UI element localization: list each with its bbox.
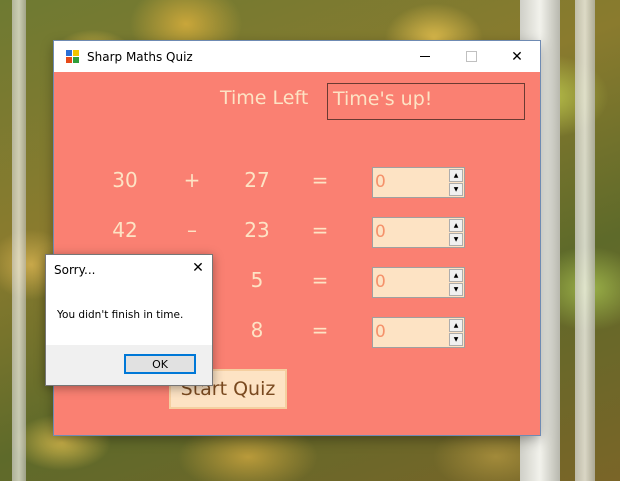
- equals-sign: =: [311, 318, 329, 342]
- difference-answer-value: 0: [375, 222, 386, 242]
- equals-sign: =: [311, 218, 329, 242]
- spin-up-icon[interactable]: ▲: [449, 169, 463, 182]
- time-left-label: Time Left: [220, 87, 309, 109]
- product-answer-value: 0: [375, 272, 386, 292]
- dialog-close-icon[interactable]: ✕: [188, 260, 208, 280]
- subtrahend: 23: [244, 218, 270, 242]
- divisor: 8: [250, 318, 264, 342]
- addend-right: 27: [244, 168, 270, 192]
- sum-answer-value: 0: [375, 172, 386, 192]
- background-tree-trunk: [12, 0, 26, 481]
- operator-minus: –: [187, 218, 197, 242]
- spin-down-icon[interactable]: ▼: [449, 333, 463, 346]
- spin-down-icon[interactable]: ▼: [449, 283, 463, 296]
- minimize-icon: [420, 56, 430, 57]
- spin-up-icon[interactable]: ▲: [449, 319, 463, 332]
- dialog-footer: OK: [46, 345, 212, 385]
- minimize-button[interactable]: [402, 41, 448, 72]
- background-tree-trunk: [575, 0, 595, 481]
- maximize-button: [448, 41, 494, 72]
- spin-down-icon[interactable]: ▼: [449, 233, 463, 246]
- addend-left: 30: [112, 168, 138, 192]
- equals-sign: =: [311, 268, 329, 292]
- window-title: Sharp Maths Quiz: [87, 49, 193, 64]
- spin-down-icon[interactable]: ▼: [449, 183, 463, 196]
- equals-sign: =: [311, 168, 329, 192]
- time-left-display: Time's up!: [327, 83, 525, 120]
- multiplier: 5: [250, 268, 264, 292]
- difference-answer-stepper[interactable]: 0 ▲ ▼: [372, 217, 465, 248]
- ok-button[interactable]: OK: [124, 354, 196, 374]
- maximize-icon: [465, 51, 477, 62]
- operator-plus: +: [183, 168, 201, 192]
- app-icon: [66, 49, 80, 64]
- product-answer-stepper[interactable]: 0 ▲ ▼: [372, 267, 465, 298]
- spin-up-icon[interactable]: ▲: [449, 219, 463, 232]
- quotient-answer-stepper[interactable]: 0 ▲ ▼: [372, 317, 465, 348]
- sum-answer-stepper[interactable]: 0 ▲ ▼: [372, 167, 465, 198]
- dialog-title: Sorry...: [54, 263, 96, 277]
- spin-up-icon[interactable]: ▲: [449, 269, 463, 282]
- close-icon: ✕: [511, 48, 523, 65]
- minuend: 42: [112, 218, 138, 242]
- title-bar[interactable]: Sharp Maths Quiz ✕: [54, 41, 540, 72]
- quotient-answer-value: 0: [375, 322, 386, 342]
- dialog-message: You didn't finish in time.: [57, 309, 184, 321]
- close-button[interactable]: ✕: [494, 41, 540, 72]
- message-dialog: Sorry... ✕ You didn't finish in time. OK: [45, 254, 213, 386]
